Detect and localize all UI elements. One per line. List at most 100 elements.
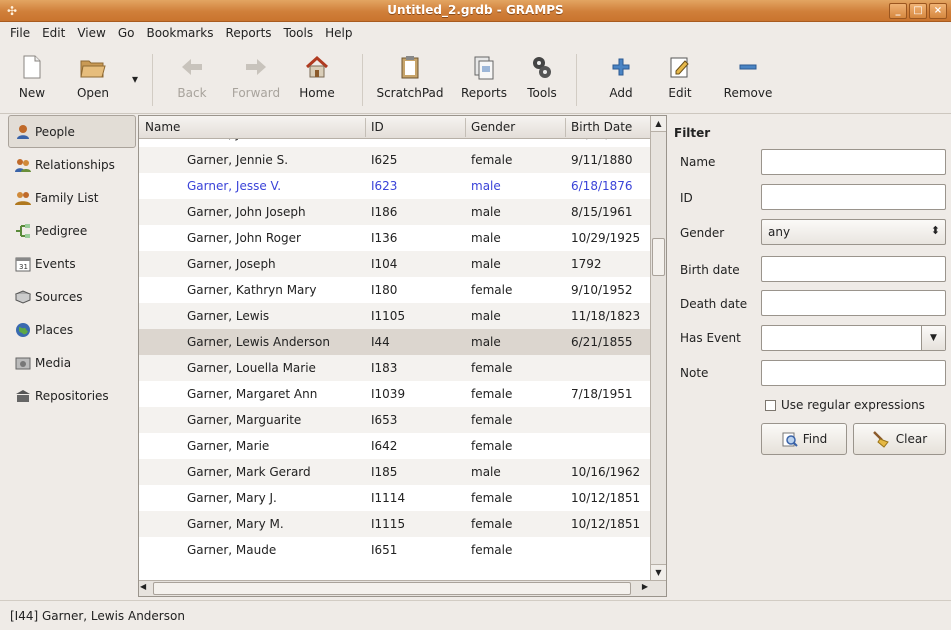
filter-gender-select[interactable]: any ⬍ [761, 219, 946, 245]
table-row[interactable]: Garner, Mary J. I1114 female 10/12/1851 [139, 485, 651, 511]
filter-id-input[interactable] [761, 184, 946, 210]
clear-button[interactable]: Clear [853, 423, 946, 455]
filter-name-label: Name [680, 155, 716, 169]
filter-has-event-combo[interactable]: ▼ [761, 325, 946, 351]
column-header-gender[interactable]: Gender [471, 120, 515, 134]
menu-help[interactable]: Help [319, 26, 358, 40]
add-label: Add [609, 86, 633, 100]
open-button[interactable]: Open [68, 50, 118, 100]
regex-checkbox[interactable]: Use regular expressions [765, 398, 925, 412]
menu-go[interactable]: Go [112, 26, 141, 40]
checkbox-box[interactable] [765, 399, 776, 411]
cell-gender: male [471, 257, 501, 271]
sidebar-item-places[interactable]: Places [8, 313, 136, 346]
cell-gender: female [471, 153, 513, 167]
reports-button[interactable]: Reports [458, 50, 510, 100]
table-row[interactable]: Garner, John Joseph I186 male 8/15/1961 [139, 199, 651, 225]
home-button[interactable]: Home [294, 50, 340, 100]
table-row[interactable]: Garner, Lewis Anderson I44 male 6/21/1855 [139, 329, 651, 355]
maximize-button[interactable]: □ [909, 3, 927, 19]
vertical-scrollbar[interactable]: ▲ ▼ [650, 116, 666, 580]
cell-name: Garner, Jennie S. [187, 153, 289, 167]
cell-birth: 11/18/1823 [571, 309, 641, 323]
window-title: Untitled_2.grdb - GRAMPS [387, 3, 564, 17]
cell-id: I44 [371, 335, 390, 349]
table-row[interactable]: Garner, Joseph I104 male 1792 [139, 251, 651, 277]
open-recent-arrow-icon[interactable]: ▾ [128, 72, 142, 86]
remove-button[interactable]: Remove [722, 50, 774, 100]
table-row[interactable]: Garner, Louella Marie I183 female [139, 355, 651, 381]
edit-button[interactable]: Edit [664, 50, 696, 100]
minimize-button[interactable]: _ [889, 3, 907, 19]
menu-bookmarks[interactable]: Bookmarks [140, 26, 219, 40]
sidebar-item-people[interactable]: People [8, 115, 136, 148]
cell-name: Garner, Lewis [187, 309, 270, 323]
filter-birth-date-input[interactable] [761, 256, 946, 282]
column-header-id[interactable]: ID [371, 120, 384, 134]
filter-death-date-input[interactable] [761, 290, 946, 316]
cell-id: I1039 [371, 387, 406, 401]
sidebar-item-events[interactable]: 31 Events [8, 247, 136, 280]
column-header-name[interactable]: Name [145, 120, 180, 134]
scroll-left-arrow-icon[interactable]: ◀ [140, 582, 146, 591]
new-document-icon [23, 55, 41, 79]
back-button[interactable]: Back [172, 50, 212, 100]
dropdown-arrow-icon[interactable]: ▼ [921, 326, 945, 350]
clear-label: Clear [895, 432, 928, 446]
filter-note-input[interactable] [761, 360, 946, 386]
close-button[interactable]: × [929, 3, 947, 19]
cell-id: I1114 [371, 491, 406, 505]
menu-edit[interactable]: Edit [36, 26, 71, 40]
table-row[interactable]: Garner, Jesse V. I623 male 6/18/1876 [139, 173, 651, 199]
new-button[interactable]: New [12, 50, 52, 100]
sidebar-item-family-list[interactable]: Family List [8, 181, 136, 214]
table-row[interactable]: Garner, Marie I642 female [139, 433, 651, 459]
cell-name: Garner, Mary M. [187, 517, 284, 531]
add-button[interactable]: Add [604, 50, 638, 100]
scroll-right-arrow-icon[interactable]: ▶ [642, 582, 648, 591]
horizontal-scrollbar[interactable]: ◀ ▶ [139, 580, 666, 596]
sidebar-label: Family List [35, 190, 99, 205]
table-row[interactable]: Garner, Marguarite I653 female [139, 407, 651, 433]
sidebar-item-repositories[interactable]: Repositories [8, 379, 136, 412]
forward-button[interactable]: Forward [228, 50, 284, 100]
forward-label: Forward [231, 86, 281, 100]
sidebar-item-relationships[interactable]: Relationships [8, 148, 136, 181]
table-row[interactable]: Garner, Maude I651 female [139, 537, 651, 563]
sidebar-item-pedigree[interactable]: Pedigree [8, 214, 136, 247]
table-row[interactable]: Garner, Mary M. I1115 female 10/12/1851 [139, 511, 651, 537]
table-row[interactable]: Garner, John Roger I136 male 10/29/1925 [139, 225, 651, 251]
cell-birth: 7/18/1951 [571, 387, 633, 401]
horizontal-scroll-thumb[interactable] [153, 582, 631, 595]
menu-view[interactable]: View [71, 26, 111, 40]
menu-tools[interactable]: Tools [278, 26, 320, 40]
table-row[interactable]: Garner, Kathryn Mary I180 female 9/10/1952 [139, 277, 651, 303]
scratchpad-button[interactable]: ScratchPad [372, 50, 448, 100]
menu-reports[interactable]: Reports [220, 26, 278, 40]
sidebar-item-sources[interactable]: Sources [8, 280, 136, 313]
table-row[interactable]: Garner, Lewis I1105 male 11/18/1823 [139, 303, 651, 329]
table-row[interactable]: Garner, Jason Richard I1047 male 10/20/1975 [139, 139, 651, 147]
cell-name: Garner, Maude [187, 543, 277, 557]
vertical-scroll-thumb[interactable] [652, 238, 665, 276]
table-row[interactable]: Garner, Jennie S. I625 female 9/11/1880 [139, 147, 651, 173]
tools-button[interactable]: Tools [522, 50, 562, 100]
find-button[interactable]: Find [761, 423, 847, 455]
column-header-birth-date[interactable]: Birth Date [571, 120, 632, 134]
menu-file[interactable]: File [4, 26, 36, 40]
pedigree-icon [15, 223, 31, 239]
scroll-down-arrow-icon[interactable]: ▼ [651, 564, 666, 580]
table-row[interactable]: Garner, Margaret Ann I1039 female 7/18/1951 [139, 381, 651, 407]
edit-label: Edit [668, 86, 692, 100]
cell-birth: 10/12/1851 [571, 491, 641, 505]
sidebar-item-media[interactable]: Media [8, 346, 136, 379]
cell-gender: female [471, 491, 513, 505]
regex-checkbox-label: Use regular expressions [781, 398, 925, 412]
navigation-sidebar: People Relationships Family List Pedigre… [8, 115, 136, 595]
reports-icon [474, 56, 494, 80]
cell-id: I1115 [371, 517, 406, 531]
filter-name-input[interactable] [761, 149, 946, 175]
table-row[interactable]: Garner, Mark Gerard I185 male 10/16/1962 [139, 459, 651, 485]
scroll-up-arrow-icon[interactable]: ▲ [651, 116, 666, 132]
cell-birth: 6/21/1855 [571, 335, 633, 349]
